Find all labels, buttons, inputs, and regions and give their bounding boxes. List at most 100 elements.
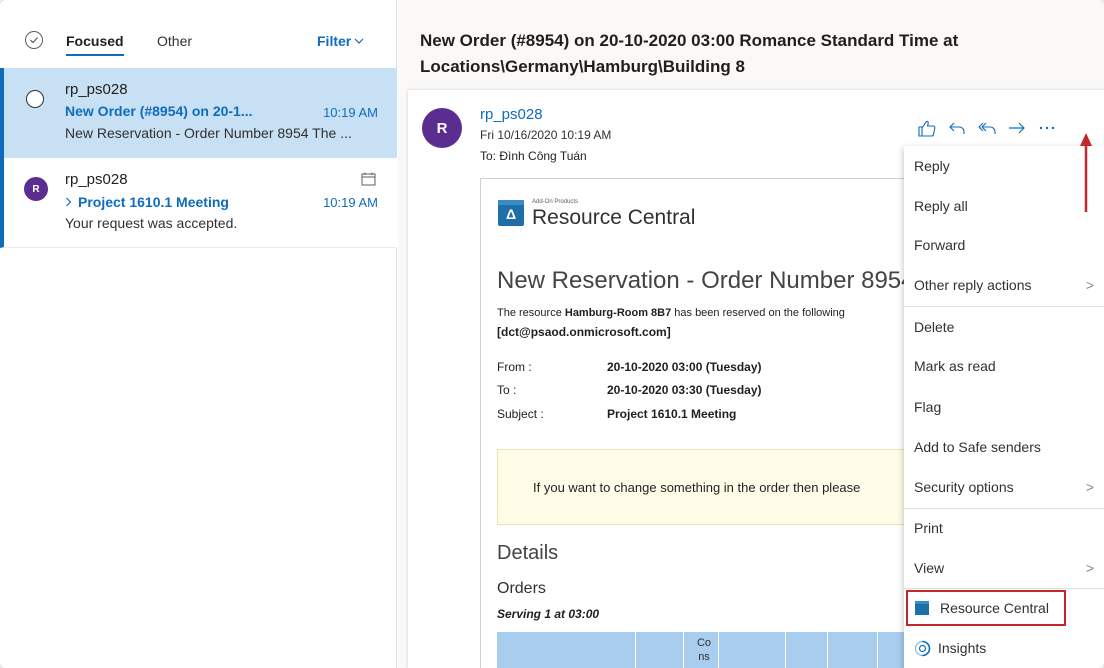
table-header-cell: Co ns <box>696 637 712 663</box>
check-icon <box>30 37 38 44</box>
menu-item-flag[interactable]: Flag <box>904 387 1104 427</box>
table-divider <box>718 632 719 668</box>
reply-icon <box>949 122 965 134</box>
orders-heading: Orders <box>497 580 546 597</box>
menu-item-other-reply-actions[interactable]: Other reply actions > <box>904 265 1104 305</box>
menu-item-label: Flag <box>914 399 942 415</box>
intro-text-end: has been reserved on the following <box>671 307 845 319</box>
intro-text: The resource <box>497 307 565 319</box>
menu-item-label: Delete <box>914 319 955 335</box>
menu-item-label: Resource Central <box>940 600 1049 616</box>
message-sender: rp_ps028 <box>65 81 128 98</box>
reply-button[interactable] <box>942 116 972 140</box>
detail-label: To : <box>497 383 517 397</box>
reservation-intro: The resource Hamburg-Room 8B7 has been r… <box>497 307 845 319</box>
reply-all-icon <box>978 122 996 134</box>
filter-label: Filter <box>317 33 352 49</box>
menu-item-reply[interactable]: Reply <box>904 146 1104 186</box>
menu-item-view[interactable]: View > <box>904 548 1104 588</box>
table-divider <box>827 632 828 668</box>
reply-all-button[interactable] <box>972 116 1002 140</box>
detail-value: Project 1610.1 Meeting <box>607 407 737 421</box>
email-actions <box>912 116 1062 140</box>
inbox-tabs: Focused Other Filter <box>0 0 397 68</box>
chevron-right-icon: > <box>1085 479 1094 495</box>
select-message-radio[interactable] <box>26 90 44 108</box>
message-preview: New Reservation - Order Number 8954 The … <box>65 125 352 141</box>
details-heading: Details <box>497 542 559 564</box>
menu-item-forward[interactable]: Forward <box>904 225 1104 265</box>
calendar-icon <box>361 172 376 186</box>
message-subject: Project 1610.1 Meeting <box>65 194 229 210</box>
menu-item-mark-as-read[interactable]: Mark as read <box>904 346 1104 386</box>
reservation-email: [dct@psaod.onmicrosoft.com] <box>497 325 671 339</box>
message-subject-text: Project 1610.1 Meeting <box>78 194 229 210</box>
avatar: R <box>24 177 48 201</box>
sender-name[interactable]: rp_ps028 <box>480 106 543 123</box>
detail-value: 20-10-2020 03:30 (Tuesday) <box>607 383 762 397</box>
menu-divider <box>904 588 1104 589</box>
thumbs-up-icon <box>918 120 936 137</box>
detail-row-to: To : 20-10-2020 03:30 (Tuesday) <box>497 383 762 397</box>
menu-item-label: View <box>914 560 945 576</box>
resource-central-icon <box>915 601 929 615</box>
menu-item-label: Insights <box>938 640 987 656</box>
table-divider <box>683 632 684 668</box>
reservation-title: New Reservation - Order Number 8954 <box>497 267 915 294</box>
message-item[interactable]: R rp_ps028 Project 1610.1 Meeting 10:19 … <box>0 158 397 248</box>
message-preview: Your request was accepted. <box>65 215 238 231</box>
more-actions-menu: Reply Reply all Forward Other reply acti… <box>904 146 1104 668</box>
message-item-selected[interactable]: rp_ps028 New Order (#8954) on 20-1... 10… <box>0 68 397 158</box>
email-subject: New Order (#8954) on 20-10-2020 03:00 Ro… <box>420 31 959 76</box>
serving-label: Serving 1 at 03:00 <box>497 607 600 621</box>
message-list-pane: Focused Other Filter rp_ps028 New Order … <box>0 0 397 668</box>
menu-item-insights[interactable]: Insights <box>904 628 1104 668</box>
chevron-down-icon <box>354 38 364 44</box>
filter-button[interactable]: Filter <box>317 33 364 49</box>
outlook-window: Focused Other Filter rp_ps028 New Order … <box>0 0 1104 668</box>
forward-arrow-icon <box>1009 122 1025 134</box>
chevron-right-icon: > <box>1085 560 1094 576</box>
forward-button[interactable] <box>1002 116 1032 140</box>
select-all-checkbox[interactable] <box>25 31 43 49</box>
menu-item-label: Reply <box>914 158 950 174</box>
menu-item-label: Reply all <box>914 198 968 214</box>
logo-caption: Add-On Products <box>532 199 579 205</box>
menu-item-label: Add to Safe senders <box>914 439 1041 455</box>
table-divider <box>635 632 636 668</box>
detail-row-from: From : 20-10-2020 03:00 (Tuesday) <box>497 360 762 374</box>
like-button[interactable] <box>912 116 942 140</box>
menu-item-reply-all[interactable]: Reply all <box>904 186 1104 226</box>
menu-item-label: Security options <box>914 479 1014 495</box>
menu-item-label: Mark as read <box>914 358 996 374</box>
note-text: If you want to change something in the o… <box>533 480 861 495</box>
detail-value: 20-10-2020 03:00 (Tuesday) <box>607 360 762 374</box>
more-actions-button[interactable] <box>1032 116 1062 140</box>
table-divider <box>785 632 786 668</box>
tab-focused[interactable]: Focused <box>66 33 124 56</box>
tab-other[interactable]: Other <box>157 33 192 49</box>
message-sender: rp_ps028 <box>65 171 128 188</box>
message-time: 10:19 AM <box>323 195 378 210</box>
menu-item-label: Forward <box>914 237 966 253</box>
resource-central-logo: Δ <box>498 200 524 226</box>
annotation-arrow-icon <box>1080 133 1092 212</box>
menu-item-print[interactable]: Print <box>904 508 1104 548</box>
message-subject: New Order (#8954) on 20-1... <box>65 103 253 119</box>
chevron-right-icon: > <box>1085 277 1094 293</box>
insights-icon <box>914 640 931 657</box>
detail-label: From : <box>497 360 532 374</box>
menu-item-add-safe-senders[interactable]: Add to Safe senders <box>904 427 1104 467</box>
email-recipient: To: Đình Công Tuán <box>480 149 587 163</box>
message-time: 10:19 AM <box>323 105 378 120</box>
menu-item-label: Print <box>914 520 943 536</box>
detail-label: Subject : <box>497 407 544 421</box>
sender-avatar[interactable]: R <box>422 108 462 148</box>
menu-item-resource-central[interactable]: Resource Central <box>906 590 1066 626</box>
table-divider <box>877 632 878 668</box>
menu-item-delete[interactable]: Delete <box>904 307 1104 347</box>
menu-item-security-options[interactable]: Security options > <box>904 467 1104 507</box>
logo-name: Resource Central <box>532 206 696 229</box>
resource-name: Hamburg-Room 8B7 <box>564 307 672 319</box>
chevron-right-icon[interactable] <box>65 197 72 207</box>
